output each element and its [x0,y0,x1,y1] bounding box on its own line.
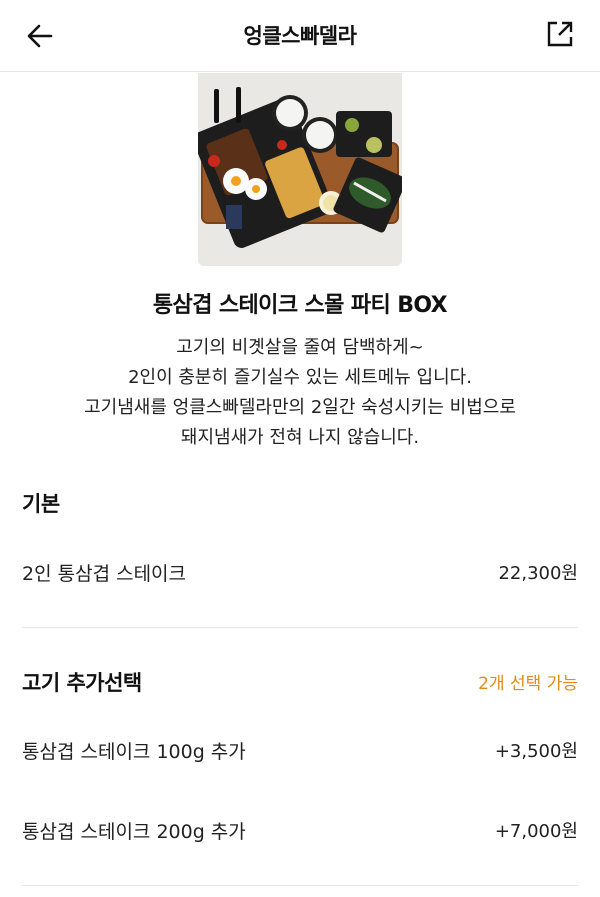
option-row-200g[interactable]: 통삼겹 스테이크 200g 추가 +7,000원 [22,810,578,850]
product-name: 통삼겹 스테이크 스몰 파티 BOX [152,293,448,318]
description-line: 고기의 비곗살을 줄여 담백하게~ [176,337,424,358]
option-price: +3,500원 [494,741,578,762]
option-row-100g[interactable]: 통삼겹 스테이크 100g 추가 +3,500원 [22,730,578,770]
description-line: 고기냄새를 엉클스빠델라만의 2일간 숙성시키는 비법으로 [84,397,516,418]
description-line: 2인이 충분히 즐기실수 있는 세트메뉴 입니다. [128,367,472,388]
section-divider [22,885,578,886]
option-label: 통삼겹 스테이크 100g 추가 [22,740,246,763]
option-label: 2인 통삼겹 스테이크 [22,562,187,585]
section-title-basic: 기본 [22,492,60,516]
option-price: 22,300원 [498,563,578,584]
food-box-image [198,73,402,266]
option-price: +7,000원 [494,821,578,842]
option-row-basic[interactable]: 2인 통삼겹 스테이크 22,300원 [22,552,578,592]
share-external-icon [547,21,573,47]
selection-limit-note: 2개 선택 가능 [478,674,578,694]
page-title: 엉클스빠델라 [243,24,357,48]
product-photo [198,73,402,266]
option-label: 통삼겹 스테이크 200g 추가 [22,820,246,843]
app-header: 엉클스빠델라 [0,0,600,72]
description-line: 돼지냄새가 전혀 나지 않습니다. [180,427,420,448]
section-title-meat-addon: 고기 추가선택 [22,671,142,695]
share-button[interactable] [540,14,580,54]
section-divider [22,627,578,628]
product-description: 고기의 비곗살을 줄여 담백하게~ 2인이 충분히 즐기실수 있는 세트메뉴 입… [0,333,600,453]
